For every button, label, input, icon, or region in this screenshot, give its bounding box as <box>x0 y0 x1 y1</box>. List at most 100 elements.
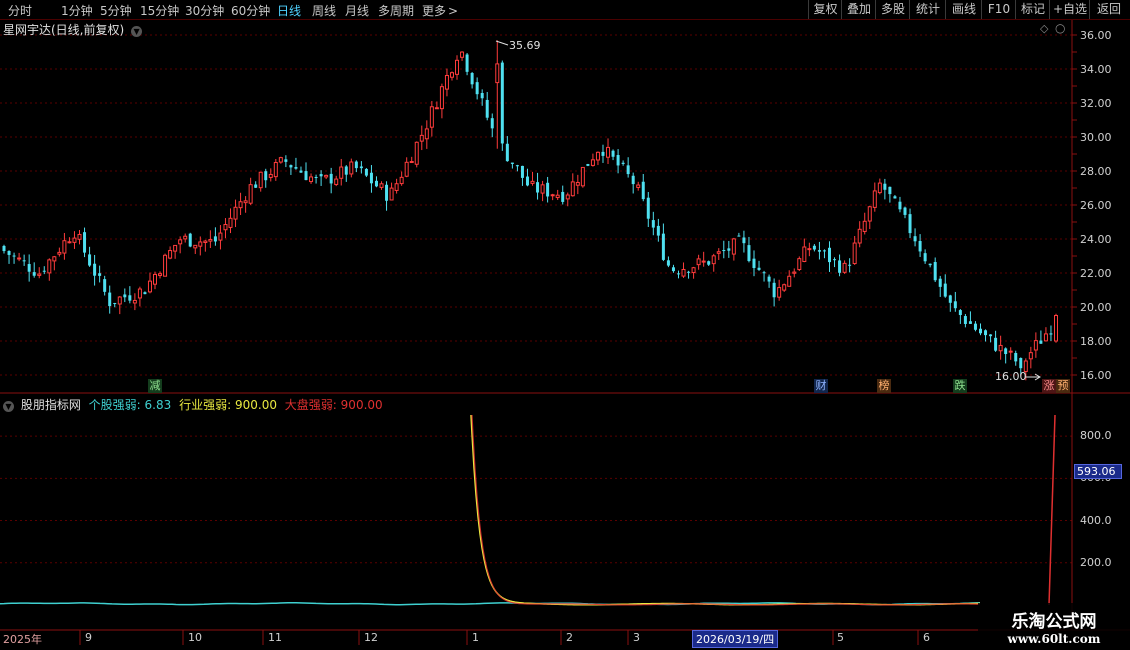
candle-body-up <box>575 181 580 186</box>
event-marker-limit-up[interactable]: 涨 <box>1042 379 1056 393</box>
candle-body-up <box>52 256 57 262</box>
chevron-down-icon[interactable]: ▼ <box>3 401 14 412</box>
candle-body-down <box>364 168 368 176</box>
candle-body-down <box>621 162 625 164</box>
chart-settings-icon[interactable]: ○ <box>1055 21 1065 35</box>
candle-body-down <box>470 73 474 85</box>
candle-body-up <box>691 267 696 274</box>
event-marker-finance[interactable]: 财 <box>814 379 828 393</box>
candle-body-down <box>525 176 529 186</box>
candle-body-up <box>17 257 22 260</box>
candle-body-up <box>701 260 706 263</box>
legend-market-strength: 大盘强弱: 900.00 <box>285 398 383 412</box>
candle-body-down <box>641 181 645 200</box>
legend-value: 900.00 <box>234 398 277 412</box>
candle-body-down <box>968 321 972 324</box>
event-marker-forecast[interactable]: 预 <box>1056 379 1070 393</box>
x-tick: 2 <box>566 631 573 644</box>
event-marker-limit-down[interactable]: 跌 <box>953 379 967 393</box>
indicator-legend[interactable]: ▼ 股朋指标网 个股强弱: 6.83 行业强弱: 900.00 大盘强弱: 90… <box>3 396 383 413</box>
candle-body-down <box>903 207 907 215</box>
candle-body-up <box>77 233 82 240</box>
candle-body-down <box>656 225 660 236</box>
candle-body-down <box>651 220 655 228</box>
candle-body-up <box>555 194 560 199</box>
crosshair-date-tag: 2026/03/19/四 <box>692 630 779 648</box>
candle-body-up <box>404 161 409 177</box>
candle-body-down <box>772 282 776 298</box>
x-tick: 11 <box>268 631 282 644</box>
candle-body-up <box>183 235 188 240</box>
candle-body-down <box>254 184 258 188</box>
price-tick: 20.00 <box>1080 301 1112 314</box>
candle-body-down <box>520 165 524 178</box>
stock-title: 星网宇达(日线,前复权) <box>3 23 125 37</box>
candle-body-down <box>611 150 615 157</box>
candle-body-down <box>676 273 680 275</box>
candle-body-up <box>389 187 394 201</box>
candle-body-down <box>893 196 897 199</box>
candle-body-up <box>1043 333 1048 342</box>
price-tick: 34.00 <box>1080 63 1112 76</box>
candle-body-down <box>329 173 333 184</box>
candle-body-up <box>173 244 178 252</box>
candle-body-down <box>827 247 831 263</box>
candle-body-down <box>98 273 102 276</box>
chart-title-bar[interactable]: 星网宇达(日线,前复权) ▼ <box>3 21 143 38</box>
candle-body-down <box>2 245 6 252</box>
candlesticks <box>2 40 1058 381</box>
price-tick: 18.00 <box>1080 335 1112 348</box>
candle-body-up <box>57 251 62 255</box>
candle-body-up <box>877 182 882 194</box>
candle-body-down <box>898 201 902 210</box>
candle-body-up <box>857 228 862 244</box>
candle-body-up <box>132 299 137 304</box>
candle-body-up <box>334 178 339 185</box>
x-tick-year: 2025年 <box>3 633 42 646</box>
candle-body-up <box>198 241 203 247</box>
price-tick: 28.00 <box>1080 165 1112 178</box>
candle-body-down <box>1019 358 1023 369</box>
event-marker-ranking[interactable]: 榜 <box>877 379 891 393</box>
indicator-tick: 400.0 <box>1080 514 1112 527</box>
candle-body-up <box>117 296 122 305</box>
market-strength-final-spike <box>1048 414 1056 606</box>
candle-body-up <box>278 157 283 163</box>
candle-body-down <box>838 260 842 273</box>
candle-body-up <box>394 183 399 191</box>
chevron-down-icon[interactable]: ▼ <box>131 26 143 37</box>
candle-body-down <box>22 260 26 262</box>
candle-body-down <box>994 337 998 351</box>
event-marker-reduce[interactable]: 减 <box>148 379 162 393</box>
candle-body-up <box>842 262 847 273</box>
watermark-url: www.60lt.com <box>1007 632 1101 646</box>
price-tick: 16.00 <box>1080 369 1112 382</box>
candle-body-down <box>727 248 731 251</box>
candle-body-down <box>913 236 917 242</box>
candle-body-up <box>797 258 802 271</box>
candle-body-down <box>188 233 192 247</box>
candle-body-up <box>802 246 807 262</box>
candle-body-up <box>1054 315 1058 342</box>
candle-body-down <box>722 250 726 252</box>
candle-body-down <box>103 279 107 292</box>
candle-body-down <box>299 170 303 173</box>
candle-body-up <box>409 161 414 164</box>
candle-body-down <box>812 245 816 250</box>
indicator-lines <box>0 414 1056 606</box>
kline-chart-canvas[interactable] <box>0 0 1130 650</box>
candle-body-down <box>666 260 670 266</box>
candle-body-down <box>601 151 605 156</box>
candle-body-down <box>963 316 967 324</box>
candle-body-down <box>661 233 665 260</box>
candle-body-down <box>314 176 318 178</box>
candle-body-down <box>742 237 746 244</box>
candle-body-up <box>153 273 158 285</box>
candle-body-down <box>707 261 711 265</box>
candle-body-up <box>449 72 454 78</box>
candle-body-down <box>989 334 993 337</box>
watermark-title: 乐淘公式网 <box>1011 612 1097 632</box>
candle-body-up <box>460 51 465 58</box>
candle-body-down <box>480 93 484 99</box>
diamond-icon[interactable]: ◇ <box>1040 22 1048 35</box>
